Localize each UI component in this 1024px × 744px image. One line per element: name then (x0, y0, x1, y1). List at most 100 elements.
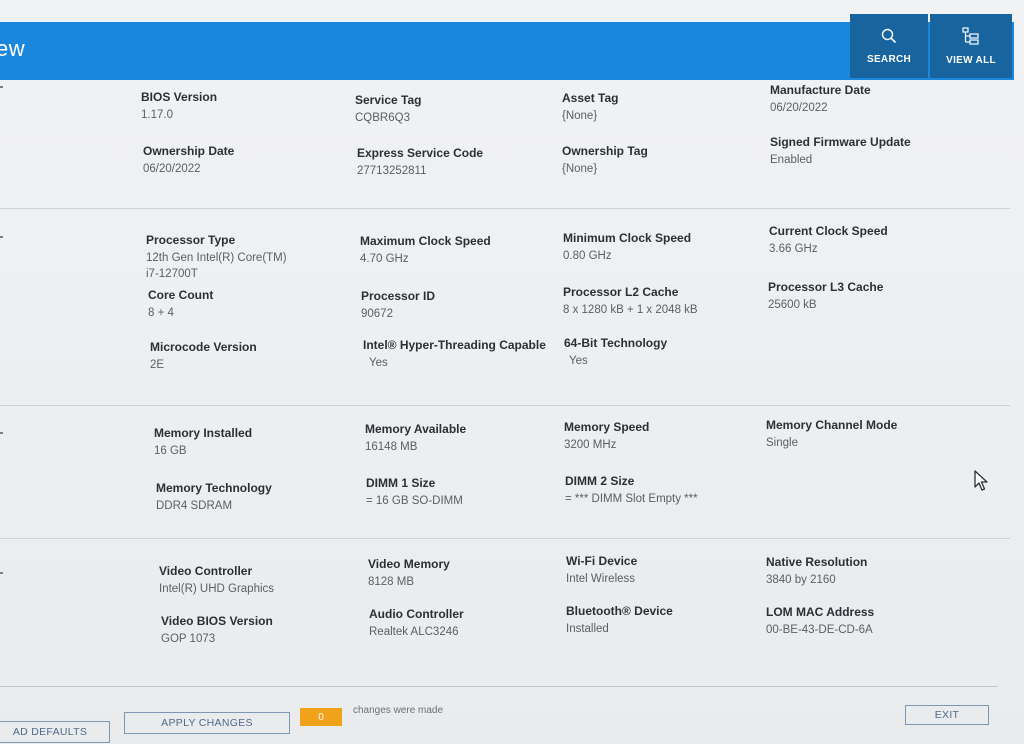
memory-technology-field: Memory Technology DDR4 SDRAM (156, 481, 356, 514)
memory-channel-field: Memory Channel Mode Single (766, 418, 966, 451)
field-value: DDR4 SDRAM (156, 500, 233, 512)
apply-changes-button[interactable]: APPLY CHANGES (124, 712, 290, 734)
asset-tag-field: Asset Tag {None} (562, 91, 762, 124)
field-value: Realtek ALC3246 (369, 626, 459, 638)
field-value: 27713252811 (357, 165, 427, 177)
field-value: Yes (369, 357, 388, 369)
load-defaults-button[interactable]: AD DEFAULTS (0, 721, 110, 743)
audio-controller-field: Audio Controller Realtek ALC3246 (369, 607, 569, 640)
field-label: Memory Channel Mode (766, 418, 898, 432)
field-value: Enabled (770, 154, 813, 166)
field-label: Asset Tag (562, 91, 619, 105)
search-icon (881, 28, 897, 43)
field-value-line2: i7-12700T (146, 268, 198, 280)
field-value: GOP 1073 (161, 633, 216, 645)
field-label: Manufacture Date (770, 83, 871, 97)
mouse-pointer-icon (974, 470, 988, 491)
section-divider (0, 405, 1010, 406)
field-value: 06/20/2022 (143, 163, 201, 175)
field-value: {None} (562, 110, 598, 122)
dimm2-field: DIMM 2 Size = *** DIMM Slot Empty *** (565, 474, 765, 507)
field-label: Signed Firmware Update (770, 135, 911, 149)
section-marker (0, 572, 3, 574)
field-value: Single (766, 437, 798, 449)
wifi-device-field: Wi-Fi Device Intel Wireless (566, 554, 766, 587)
field-value: 4.70 GHz (360, 253, 409, 265)
field-label: 64-Bit Technology (564, 336, 668, 350)
field-value: Yes (569, 355, 588, 367)
field-value: 1.17.0 (141, 109, 173, 121)
video-bios-field: Video BIOS Version GOP 1073 (161, 614, 361, 647)
exit-button[interactable]: EXIT (905, 705, 989, 725)
field-label: Current Clock Speed (769, 224, 888, 238)
field-value: 06/20/2022 (770, 102, 828, 114)
section-marker (0, 432, 3, 434)
core-count-field: Core Count 8 + 4 (148, 288, 348, 321)
processor-id-field: Processor ID 90672 (361, 289, 561, 322)
hyperthreading-field: Intel® Hyper-Threading Capable Yes (363, 338, 563, 371)
memory-speed-field: Memory Speed 3200 MHz (564, 420, 764, 453)
field-value: 8128 MB (368, 576, 415, 588)
field-value: 16148 MB (365, 441, 418, 453)
max-clock-field: Maximum Clock Speed 4.70 GHz (360, 234, 560, 267)
memory-available-field: Memory Available 16148 MB (365, 422, 565, 455)
field-label: Ownership Tag (562, 144, 648, 158)
field-value: 8 x 1280 kB + 1 x 2048 kB (563, 304, 698, 316)
view-all-icon (962, 26, 979, 45)
field-value: 25600 kB (768, 299, 817, 311)
l3-cache-field: Processor L3 Cache 25600 kB (768, 280, 968, 313)
express-service-code-field: Express Service Code 27713252811 (357, 146, 557, 179)
section-marker (0, 86, 3, 88)
field-label: Video Controller (159, 564, 253, 578)
field-label: DIMM 1 Size (366, 476, 436, 490)
field-label: Native Resolution (766, 555, 868, 569)
field-label: Wi-Fi Device (566, 554, 638, 568)
section-divider (0, 538, 1010, 539)
field-label: LOM MAC Address (766, 605, 875, 619)
video-controller-field: Video Controller Intel(R) UHD Graphics (159, 564, 359, 597)
changes-count-badge: 0 (300, 708, 342, 726)
search-label: SEARCH (866, 53, 912, 65)
field-label: Core Count (148, 288, 214, 302)
field-label: Maximum Clock Speed (360, 234, 491, 248)
field-value: 16 GB (154, 445, 187, 457)
field-label: Processor ID (361, 289, 436, 303)
bios-version-field: BIOS Version 1.17.0 (141, 90, 341, 123)
field-label: Service Tag (355, 93, 422, 107)
field-label: Processor L3 Cache (768, 280, 884, 294)
bluetooth-device-field: Bluetooth® Device Installed (566, 604, 766, 637)
field-value: {None} (562, 163, 598, 175)
view-all-label: VIEW ALL (946, 54, 996, 66)
field-value: Intel Wireless (566, 573, 636, 585)
field-label: Intel® Hyper-Threading Capable (363, 338, 546, 352)
service-tag-field: Service Tag CQBR6Q3 (355, 93, 555, 126)
field-label: Video Memory (368, 557, 450, 571)
field-value: 0.80 GHz (563, 250, 612, 262)
field-value: = 16 GB SO-DIMM (366, 495, 463, 507)
dimm1-field: DIMM 1 Size = 16 GB SO-DIMM (366, 476, 566, 509)
field-value: 3.66 GHz (769, 243, 818, 255)
view-all-button[interactable]: VIEW ALL (930, 14, 1012, 78)
section-marker (0, 236, 3, 238)
field-label: Audio Controller (369, 607, 464, 621)
field-value: 12th Gen Intel(R) Core(TM) (146, 252, 287, 264)
footer-divider (0, 686, 998, 687)
signed-firmware-field: Signed Firmware Update Enabled (770, 135, 970, 168)
current-clock-field: Current Clock Speed 3.66 GHz (769, 224, 969, 257)
field-label: DIMM 2 Size (565, 474, 635, 488)
bios-screen: ew SEARCH VIEW ALL BIOS Version 1.17.0 S… (0, 0, 1024, 744)
field-label: Bluetooth® Device (566, 604, 673, 618)
ownership-tag-field: Ownership Tag {None} (562, 144, 762, 177)
search-button[interactable]: SEARCH (850, 14, 928, 78)
field-label: Processor Type (146, 233, 236, 247)
field-value: = *** DIMM Slot Empty *** (565, 493, 698, 505)
native-resolution-field: Native Resolution 3840 by 2160 (766, 555, 966, 588)
microcode-field: Microcode Version 2E (150, 340, 350, 373)
header-bar: ew SEARCH VIEW ALL (0, 14, 1014, 80)
field-value: 8 + 4 (148, 307, 174, 319)
field-label: Video BIOS Version (161, 614, 273, 628)
field-value: Intel(R) UHD Graphics (159, 583, 275, 595)
field-value: 3840 by 2160 (766, 574, 836, 586)
field-value: 00-BE-43-DE-CD-6A (766, 624, 873, 636)
changes-status-text: changes were made (353, 705, 444, 716)
